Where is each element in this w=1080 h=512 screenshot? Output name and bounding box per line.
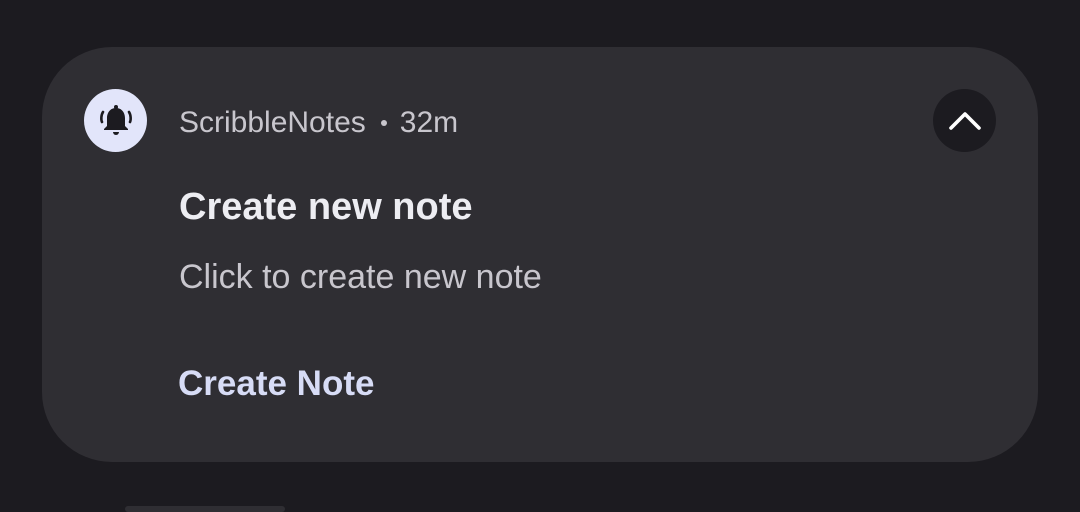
next-notification-edge (125, 506, 285, 512)
chevron-up-icon (948, 111, 981, 130)
collapse-button[interactable] (933, 89, 996, 152)
create-note-action-button[interactable]: Create Note (178, 364, 374, 404)
separator-dot (380, 120, 387, 126)
timestamp: 32m (399, 106, 459, 139)
bell-icon (99, 104, 132, 135)
notification-card[interactable]: ScribbleNotes 32m Create new note Click … (42, 47, 1038, 462)
notification-title: Create new note (179, 186, 473, 228)
notification-body: Click to create new note (179, 258, 542, 296)
notification-header: ScribbleNotes 32m (179, 103, 458, 143)
app-name: ScribbleNotes (179, 106, 366, 139)
app-icon (84, 89, 147, 152)
